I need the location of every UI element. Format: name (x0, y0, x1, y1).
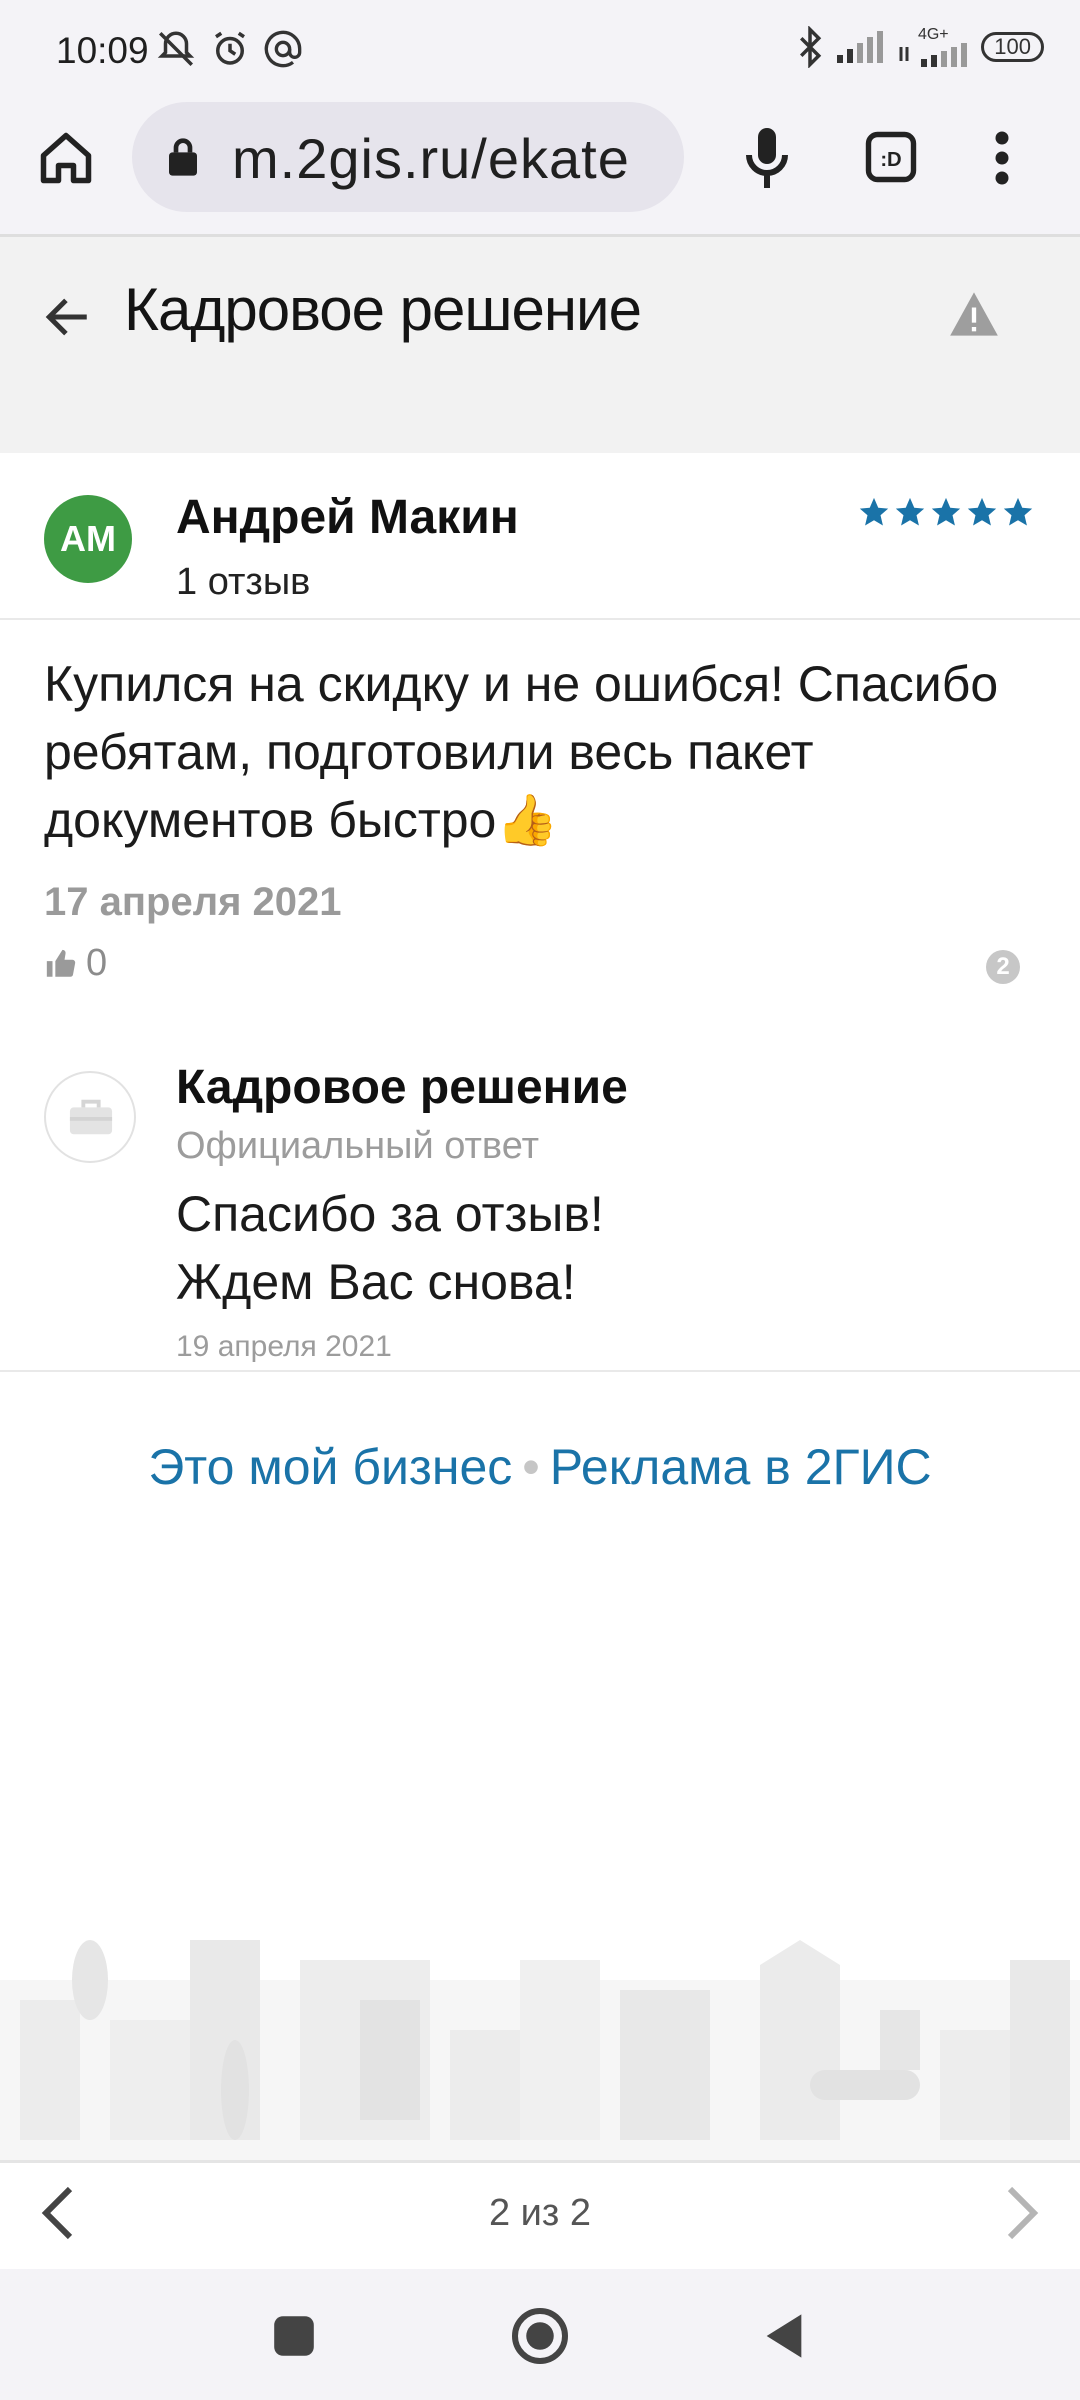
rating-stars (857, 495, 1035, 529)
author-name[interactable]: Андрей Макин (176, 490, 519, 545)
home-button-icon[interactable] (510, 2306, 570, 2366)
lock-icon (169, 138, 197, 176)
battery-indicator: 100 (981, 32, 1044, 62)
reply-text: Спасибо за отзыв! Ждем Вас снова! (176, 1180, 604, 1316)
pager-text: 2 из 2 (488, 2192, 592, 2234)
star-icon (895, 497, 925, 526)
network-type: 4G+ (917, 26, 949, 43)
back-arrow-icon[interactable] (42, 292, 94, 342)
status-time: 10:09 (56, 30, 149, 71)
back-button-icon[interactable] (762, 2310, 806, 2362)
like-count: 0 (86, 942, 108, 984)
tabs-switcher-icon[interactable]: :D (864, 130, 918, 184)
my-business-link[interactable]: Это мой бизнес (148, 1439, 512, 1495)
briefcase-icon (69, 1099, 113, 1135)
muted-bell-icon (157, 31, 195, 66)
more-menu-icon[interactable] (990, 128, 1014, 188)
business-name: Кадровое решение (176, 1061, 628, 1114)
signal-4g-icon: 4G+ (897, 27, 969, 67)
review-body: Купился на скидку и не ошибся! Спасибо р… (44, 650, 1044, 854)
advertising-link[interactable]: Реклама в 2ГИС (550, 1439, 932, 1495)
alarm-clock-icon (215, 31, 245, 65)
warning-icon[interactable] (948, 290, 1000, 338)
next-arrow-icon[interactable] (1004, 2183, 1040, 2243)
home-icon[interactable] (36, 128, 96, 188)
footer-links: Это мой бизнес • Реклама в 2ГИС (0, 1438, 1080, 1496)
review-date: 17 апреля 2021 (44, 880, 342, 924)
at-sign-icon (264, 30, 302, 68)
divider (0, 618, 1080, 620)
thumbs-up-emoji: 👍 (496, 792, 559, 848)
author-review-count: 1 отзыв (176, 561, 311, 603)
reply-line: Спасибо за отзыв! (176, 1186, 604, 1242)
thumbs-up-icon (46, 949, 76, 977)
question-badge-icon[interactable]: 2 (986, 950, 1020, 984)
reply-date: 19 апреля 2021 (176, 1330, 392, 1363)
bluetooth-icon (800, 26, 822, 68)
reply-line: Ждем Вас снова! (176, 1254, 576, 1310)
app-header (0, 237, 1080, 453)
star-icon (859, 497, 889, 526)
url-text: m.2gis.ru/ekate (232, 127, 630, 190)
status-notification-icons (155, 28, 303, 70)
signal-icon (837, 31, 884, 63)
link-separator: • (522, 1439, 540, 1495)
recent-apps-icon[interactable] (272, 2314, 316, 2358)
page-title: Кадровое решение (124, 276, 642, 343)
microphone-icon[interactable] (742, 125, 792, 191)
official-reply-label: Официальный ответ (176, 1125, 539, 1167)
divider (0, 1370, 1080, 1372)
author-avatar[interactable]: AM (44, 495, 132, 583)
city-illustration (0, 1940, 1080, 2160)
like-button[interactable]: 0 (44, 942, 107, 985)
star-icon (931, 497, 961, 526)
svg-text::D: :D (880, 149, 901, 171)
address-bar[interactable]: m.2gis.ru/ekate (132, 102, 684, 212)
star-icon (1003, 497, 1033, 526)
business-avatar (44, 1071, 136, 1163)
star-icon (967, 497, 997, 526)
status-system-icons: 4G+ 100 (797, 26, 1044, 68)
